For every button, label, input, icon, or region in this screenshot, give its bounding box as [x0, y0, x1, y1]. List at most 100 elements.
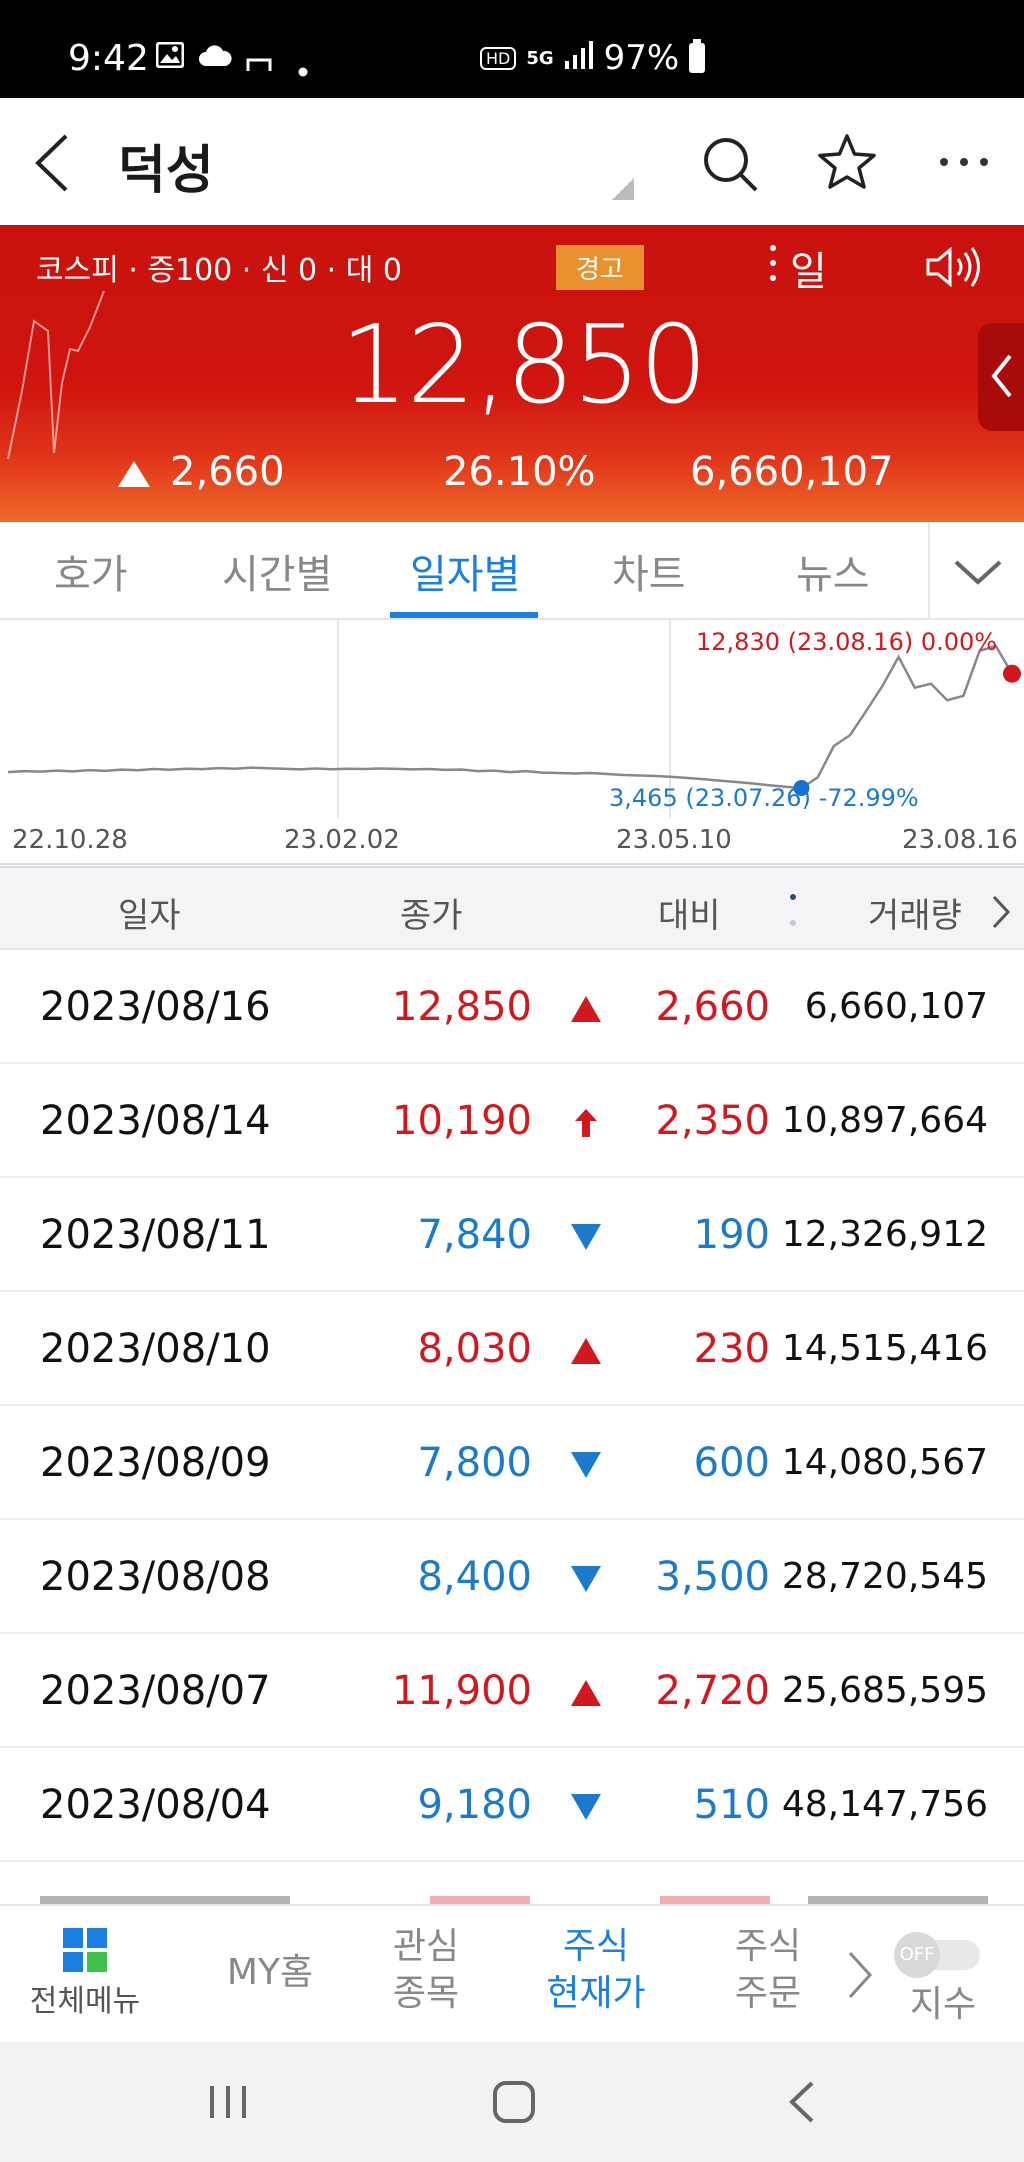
- limit-up-arrow-icon: [570, 1108, 602, 1138]
- tab-news[interactable]: 뉴스: [796, 542, 870, 600]
- chevron-down-icon: [954, 560, 1002, 585]
- system-navigation-bar: [0, 2042, 1024, 2162]
- expand-tabs-button[interactable]: [928, 522, 1024, 618]
- nav-watchlist[interactable]: 관심 종목: [366, 1924, 486, 2018]
- up-triangle-icon: [570, 1678, 602, 1708]
- market-info: 코스피 · 증100 · 신 0 · 대 0: [36, 253, 402, 288]
- more-icon[interactable]: [934, 134, 994, 194]
- row-diff: 510: [693, 1782, 770, 1828]
- toggle-knob: OFF: [894, 1932, 940, 1978]
- warning-badge: 경고: [556, 245, 644, 290]
- bottom-navigation: 전체메뉴 MY홈 관심 종목 주식 현재가 주식 주문 OFF 지수: [0, 1904, 1024, 2042]
- row-date: 2023/08/10: [40, 1326, 271, 1372]
- side-panel-toggle[interactable]: [978, 323, 1024, 431]
- column-dots-icon[interactable]: [790, 894, 796, 928]
- star-icon[interactable]: [816, 132, 878, 194]
- row-diff: 190: [693, 1212, 770, 1258]
- nav-stock-price[interactable]: 주식 현재가: [526, 1924, 666, 2018]
- tab-chart[interactable]: 차트: [612, 542, 686, 600]
- row-volume: 10,897,664: [781, 1100, 988, 1141]
- status-right: HD 5G 97%: [480, 38, 706, 78]
- index-toggle[interactable]: OFF: [894, 1932, 980, 1978]
- speaker-icon[interactable]: [924, 245, 984, 289]
- row-close: 7,800: [417, 1440, 532, 1486]
- table-row[interactable]: 2023/08/11 7,840 190 12,326,912: [0, 1178, 1024, 1292]
- down-triangle-icon: [570, 1450, 602, 1480]
- table-row[interactable]: 2023/08/07 11,900 2,720 25,685,595: [0, 1634, 1024, 1748]
- col-close: 종가: [400, 896, 463, 936]
- chevron-right-icon[interactable]: [846, 1950, 874, 2004]
- nav-all-menu-label: 전체메뉴: [29, 1984, 141, 2019]
- trade-volume: 6,660,107: [690, 449, 894, 495]
- row-diff: 3,500: [655, 1554, 770, 1600]
- row-diff: 230: [693, 1326, 770, 1372]
- row-cutoff-text: [430, 1896, 530, 1904]
- quote-panel: 코스피 · 증100 · 신 0 · 대 0 경고 일 12,850 2,660…: [0, 225, 1024, 522]
- row-cutoff-text: [40, 1896, 290, 1904]
- tab-orderbook[interactable]: 호가: [54, 542, 128, 600]
- vertical-dots-icon: [770, 245, 776, 281]
- status-time: 9:42: [68, 38, 149, 79]
- nav-index[interactable]: 지수: [898, 1982, 988, 2029]
- x-tick-label: 22.10.28: [12, 825, 128, 855]
- table-row[interactable]: 2023/08/04 9,180 510 48,147,756: [0, 1748, 1024, 1862]
- period-selector[interactable]: 일: [770, 239, 827, 297]
- nav-all-menu[interactable]: 전체메뉴: [20, 1928, 150, 2021]
- search-icon[interactable]: [700, 134, 760, 194]
- nav-my-home[interactable]: MY홈: [200, 1950, 340, 1997]
- row-date: 2023/08/08: [40, 1554, 271, 1600]
- x-tick-label: 23.08.16: [902, 825, 1018, 855]
- row-close: 12,850: [392, 984, 532, 1030]
- table-row[interactable]: 2023/08/16 12,850 2,660 6,660,107: [0, 950, 1024, 1064]
- app-header: 덕성: [0, 98, 1024, 225]
- tab-by-date[interactable]: 일자별: [410, 542, 520, 600]
- nav-stock-price-label: 주식: [562, 1926, 630, 1967]
- price-change-percent: 26.10%: [443, 449, 596, 495]
- system-back-icon[interactable]: [784, 2080, 818, 2128]
- nav-watchlist-label: 관심: [392, 1926, 460, 1967]
- table-row[interactable]: 2023/08/14 10,190 2,350 10,897,664: [0, 1064, 1024, 1178]
- chevron-left-icon: [991, 354, 1012, 398]
- nav-index-label: 지수: [909, 1984, 977, 2025]
- status-bar: 9:42 HD 5G 97%: [0, 0, 1024, 98]
- row-date: 2023/08/11: [40, 1212, 271, 1258]
- price-chart[interactable]: 12,830 (23.08.16) 0.00% 3,465 (23.07.26)…: [0, 620, 1024, 866]
- table-row[interactable]: 2023/08/08 8,400 3,500 28,720,545: [0, 1520, 1024, 1634]
- row-volume: 14,080,567: [781, 1442, 988, 1483]
- row-cutoff-text: [660, 1896, 770, 1904]
- x-tick-label: 23.05.10: [616, 825, 732, 855]
- gallery-icon: [155, 41, 185, 75]
- chevron-right-icon[interactable]: [990, 894, 1012, 930]
- row-diff: 600: [693, 1440, 770, 1486]
- row-volume: 14,515,416: [781, 1328, 988, 1369]
- row-close: 9,180: [417, 1782, 532, 1828]
- col-volume: 거래량: [868, 896, 962, 936]
- row-date: 2023/08/14: [40, 1098, 271, 1144]
- table-row[interactable]: 2023/08/10 8,030 230 14,515,416: [0, 1292, 1024, 1406]
- stock-name[interactable]: 덕성: [118, 128, 214, 203]
- row-volume: 6,660,107: [804, 986, 988, 1027]
- row-diff: 2,660: [655, 984, 770, 1030]
- table-row[interactable]: 2023/08/09 7,800 600 14,080,567: [0, 1406, 1024, 1520]
- nav-stock-order-label: 주문: [734, 1972, 802, 2014]
- home-icon[interactable]: [492, 2080, 536, 2128]
- row-close: 8,030: [417, 1326, 532, 1372]
- nav-stock-order-label: 주식: [734, 1926, 802, 1967]
- current-price: 12,850: [340, 303, 708, 428]
- dropdown-corner-icon[interactable]: [612, 178, 634, 200]
- recent-apps-icon[interactable]: [206, 2082, 250, 2126]
- row-close: 11,900: [392, 1668, 532, 1714]
- dot-icon: [298, 54, 308, 84]
- up-triangle-icon: [570, 994, 602, 1024]
- cloud-icon: [198, 44, 232, 74]
- row-diff: 2,350: [655, 1098, 770, 1144]
- tab-by-time[interactable]: 시간별: [222, 542, 332, 600]
- tab-bar: 호가 시간별 일자별 차트 뉴스: [0, 522, 1024, 620]
- hd-icon: HD: [480, 46, 517, 70]
- 5g-icon: 5G: [526, 47, 554, 69]
- row-date: 2023/08/09: [40, 1440, 271, 1486]
- nav-stock-order[interactable]: 주식 주문: [708, 1924, 828, 2018]
- row-date: 2023/08/04: [40, 1782, 271, 1828]
- back-arrow-icon[interactable]: [30, 132, 86, 194]
- chart-max-point: [1003, 664, 1021, 683]
